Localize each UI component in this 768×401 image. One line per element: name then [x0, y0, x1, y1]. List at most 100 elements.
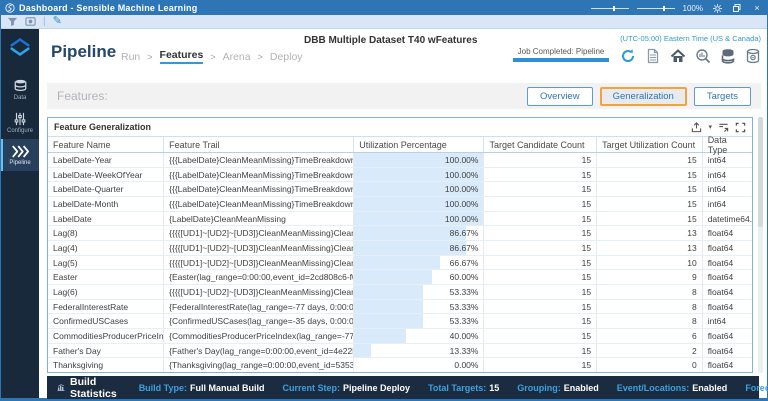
breadcrumb-arena[interactable]: Arena [223, 51, 251, 63]
table-row[interactable]: Lag(8) {{{{[UD1]~[UD2]~[UD3]}CleanMeanMi… [48, 226, 752, 242]
database-settings-icon[interactable] [745, 48, 761, 64]
cell-candidate-count: 15 [484, 270, 598, 285]
table-row[interactable]: FederalInterestRate {FederalInterestRate… [48, 299, 752, 315]
cell-target-count: 2 [597, 343, 703, 358]
cell-target-count: 8 [597, 314, 703, 329]
build-statistics-label: Build Statistics [70, 375, 117, 400]
column-header[interactable]: Feature Name [48, 137, 165, 152]
cell-feature-trail: {{{LabelDate}CleanMeanMissing}TimeBreakd… [164, 182, 355, 197]
filter-icon[interactable] [7, 16, 18, 27]
cell-data-type: int64 [707, 184, 727, 195]
capture-icon[interactable] [25, 16, 36, 27]
vertical-scrollbar[interactable] [758, 117, 763, 373]
slider-thumb[interactable] [662, 5, 665, 11]
table-row[interactable]: LabelDate-Year {{{LabelDate}CleanMeanMis… [48, 153, 752, 168]
table-row[interactable]: Lag(4) {{{{[UD1]~[UD2]~[UD3]}CleanMeanMi… [48, 241, 752, 256]
sidebar-item-pipeline[interactable]: Pipeline [1, 139, 39, 171]
table-row[interactable]: LabelDate-Month {{{LabelDate}CleanMeanMi… [48, 197, 752, 212]
breadcrumb-features[interactable]: Features [159, 49, 204, 64]
tab-overview[interactable]: Overview [526, 86, 593, 106]
cell-feature-trail: {{{{[UD1]~[UD2]~[UD3]}CleanMeanMissing}C… [164, 226, 355, 241]
cell-feature-name: LabelDate [48, 211, 165, 226]
focus-mode-icon[interactable] [718, 122, 729, 133]
cell-feature-trail: {{{LabelDate}CleanMeanMissing}TimeBreakd… [164, 197, 355, 211]
cell-candidate-count: 15 [484, 299, 598, 314]
table-row[interactable]: CommoditiesProducerPriceIndex {Commoditi… [48, 329, 752, 344]
cell-data-type: int64 [707, 154, 727, 165]
column-header[interactable]: Data Type [703, 135, 752, 155]
table-row[interactable]: LabelDate-WeekOfYear {{{LabelDate}CleanM… [48, 167, 752, 183]
utilization-value: 86.67% [449, 242, 479, 253]
sidebar-item-configure[interactable]: Configure [1, 106, 39, 139]
job-progress-bar [513, 58, 609, 62]
table-row[interactable]: Father's Day {Father's Day(lag_range=0:0… [48, 343, 752, 359]
breadcrumb-separator: > [257, 51, 263, 62]
cell-feature-name: CommoditiesProducerPriceIndex [48, 329, 165, 343]
tab-targets[interactable]: Targets [693, 86, 751, 106]
utilization-value: 53.33% [449, 301, 479, 312]
restore-window-icon[interactable] [731, 2, 743, 14]
export-icon[interactable] [691, 121, 702, 133]
cell-feature-name: Lag(5) [48, 255, 165, 270]
utilization-value: 0.00% [454, 360, 479, 371]
settings-gear-icon[interactable] [711, 2, 723, 14]
sidebar-item-label: Pipeline [9, 160, 31, 166]
analytics-search-icon[interactable] [695, 48, 711, 64]
sidebar-item-data[interactable]: Data [1, 73, 39, 106]
cell-feature-name: LabelDate-Quarter [48, 182, 165, 197]
table-row[interactable]: Easter {Easter(lag_range=0:00:00,event_i… [48, 270, 752, 286]
breadcrumb-deploy[interactable]: Deploy [270, 51, 303, 63]
titlebar-slider-1[interactable] [590, 5, 629, 11]
cell-target-count: 15 [597, 211, 703, 226]
utilization-bar [354, 255, 441, 270]
feature-generalization-panel: Feature Generalization ▾ Feature Name Fe… [47, 117, 753, 373]
edit-pencil-icon[interactable]: ✎ [53, 16, 62, 27]
table-row[interactable]: Lag(6) {{{{[UD1]~[UD2]~[UD3]}CleanMeanMi… [48, 285, 752, 300]
status-stat: Grouping: Enabled [517, 383, 599, 393]
breadcrumb-run[interactable]: Run [121, 51, 140, 63]
scrollbar-thumb[interactable] [758, 117, 763, 227]
header-icons [620, 48, 761, 64]
home-icon[interactable] [670, 48, 686, 64]
tab-generalization[interactable]: Generalization [599, 86, 687, 106]
column-header[interactable]: Target Utilization Count [597, 137, 703, 152]
features-label: Features: [57, 89, 108, 103]
sliders-icon [14, 112, 26, 126]
cell-candidate-count: 15 [484, 211, 598, 226]
zoom-level-label: 100% [682, 3, 703, 13]
column-header[interactable]: Feature Trail [164, 137, 355, 152]
cell-target-count: 15 [597, 167, 703, 182]
refresh-icon[interactable] [620, 48, 636, 64]
slider-thumb[interactable] [612, 5, 615, 11]
table-row[interactable]: Thanksgiving {Thanksgiving(lag_range=0:0… [48, 358, 752, 373]
cell-candidate-count: 15 [484, 167, 598, 182]
table-row[interactable]: LabelDate {LabelDate}CleanMeanMissing 10… [48, 211, 752, 227]
cell-utilization: 53.33% [354, 314, 485, 329]
cell-feature-trail: {{{{[UD1]~[UD2]~[UD3]}CleanMeanMissing}C… [164, 241, 355, 255]
cell-target-count: 15 [597, 197, 703, 211]
table-row[interactable]: LabelDate-Quarter {{{LabelDate}CleanMean… [48, 182, 752, 198]
close-icon[interactable]: × [751, 2, 763, 14]
report-document-icon[interactable] [645, 48, 661, 64]
column-header[interactable]: Utilization Percentage [354, 137, 485, 152]
export-dropdown-caret[interactable]: ▾ [708, 123, 712, 131]
cell-utilization: 13.33% [354, 343, 485, 358]
utilization-bar [354, 299, 424, 314]
database-stack-icon[interactable] [720, 48, 736, 64]
utilization-value: 53.33% [449, 316, 479, 327]
sidebar: Data Configure Pipeline [1, 29, 39, 398]
utilization-value: 60.00% [449, 272, 479, 283]
cell-data-type: float64 [707, 345, 734, 356]
cell-utilization: 60.00% [354, 270, 485, 285]
utilization-value: 100.00% [444, 154, 479, 165]
table-row[interactable]: Lag(5) {{{{[UD1]~[UD2]~[UD3]}CleanMeanMi… [48, 255, 752, 271]
breadcrumb: Run > Features > Arena > Deploy [121, 49, 303, 64]
column-header[interactable]: Target Candidate Count [484, 137, 598, 152]
status-stat: Current Step: Pipeline Deploy [283, 383, 411, 393]
titlebar-slider-2[interactable] [636, 5, 675, 11]
expand-icon[interactable] [735, 122, 746, 133]
utilization-bar [354, 285, 424, 299]
utilization-value: 100.00% [444, 169, 479, 180]
main-content: Pipeline Run > Features > Arena > Deploy… [39, 29, 768, 400]
table-row[interactable]: ConfirmedUSCases {ConfirmedUSCases(lag_r… [48, 314, 752, 330]
